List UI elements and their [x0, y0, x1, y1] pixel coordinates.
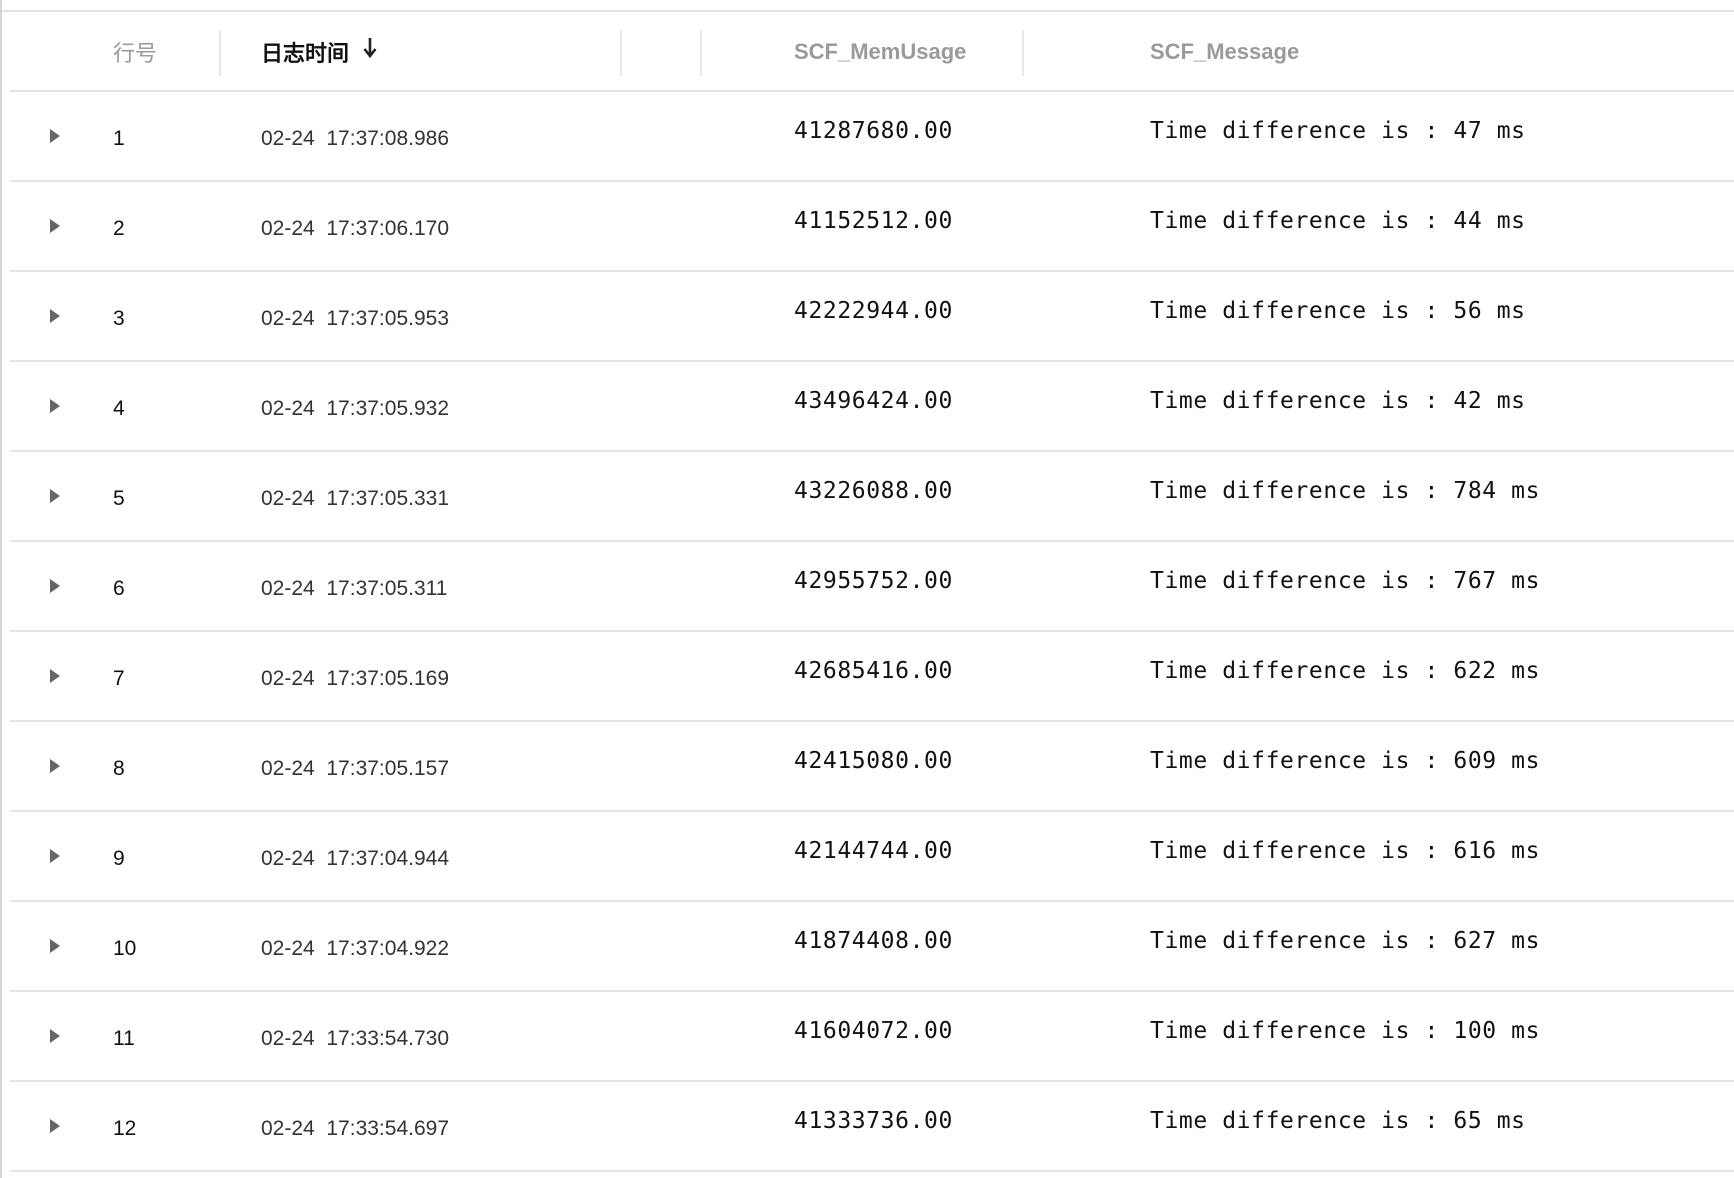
mem-usage-cell: 41152512.00 [794, 208, 953, 234]
message-cell: Time difference is : 42 ms [1150, 388, 1526, 414]
caret-right-icon[interactable] [40, 542, 70, 630]
log-time-cell: 02-24 17:37:06.170 [261, 217, 449, 240]
table-row[interactable]: 3 02-24 17:37:05.953 42222944.00 Time diffe… [10, 272, 1734, 362]
message-cell: Time difference is : 784 ms [1150, 478, 1541, 504]
message-cell: Time difference is : 767 ms [1150, 568, 1541, 594]
log-time-cell: 02-24 17:37:08.986 [261, 127, 449, 150]
mem-usage-cell: 42415080.00 [794, 748, 953, 774]
message-cell: Time difference is : 609 ms [1150, 748, 1541, 774]
arrow-down-icon[interactable] [363, 37, 377, 59]
caret-right-icon[interactable] [40, 992, 70, 1080]
mem-usage-cell: 42144744.00 [794, 838, 953, 864]
table-row[interactable]: 7 02-24 17:37:05.169 42685416.00 Time diffe… [10, 632, 1734, 722]
caret-right-icon[interactable] [40, 92, 70, 180]
mem-usage-cell: 42222944.00 [794, 298, 953, 324]
caret-right-icon[interactable] [40, 632, 70, 720]
table-body: 1 02-24 17:37:08.986 41287680.00 Time diffe… [10, 92, 1734, 1172]
table-row[interactable]: 9 02-24 17:37:04.944 42144744.00 Time diffe… [10, 812, 1734, 902]
row-number-cell: 8 [113, 757, 125, 780]
row-number-cell: 7 [113, 667, 125, 690]
column-divider[interactable] [700, 30, 702, 76]
table-header: 行号 日志时间 SCF_MemUsage SCF_Message [10, 12, 1734, 92]
row-number-cell: 10 [113, 937, 137, 960]
caret-right-icon[interactable] [40, 182, 70, 270]
message-cell: Time difference is : 616 ms [1150, 838, 1541, 864]
caret-right-icon[interactable] [40, 1082, 70, 1170]
row-number-cell: 5 [113, 487, 125, 510]
row-number-cell: 1 [113, 127, 125, 150]
row-number-cell: 4 [113, 397, 125, 420]
log-time-cell: 02-24 17:33:54.697 [261, 1117, 449, 1140]
column-header-row-number-label: 行号 [113, 41, 158, 66]
mem-usage-cell: 43226088.00 [794, 478, 953, 504]
log-time-cell: 02-24 17:37:04.922 [261, 937, 449, 960]
mem-usage-cell: 41874408.00 [794, 928, 953, 954]
column-divider[interactable] [1022, 30, 1024, 76]
table-row[interactable]: 6 02-24 17:37:05.311 42955752.00 Time diffe… [10, 542, 1734, 632]
row-number-cell: 2 [113, 217, 125, 240]
log-table-frame: 行号 日志时间 SCF_MemUsage SCF_Message 1 02-24 … [0, 0, 1734, 1178]
column-header-message[interactable]: SCF_Message [1150, 12, 1299, 92]
log-time-cell: 02-24 17:37:05.953 [261, 307, 449, 330]
column-header-log-time-label: 日志时间 [261, 41, 350, 66]
caret-right-icon[interactable] [40, 272, 70, 360]
log-time-cell: 02-24 17:37:05.157 [261, 757, 449, 780]
column-divider[interactable] [219, 30, 221, 76]
column-header-mem-usage-label: SCF_MemUsage [794, 39, 967, 64]
row-number-cell: 11 [113, 1027, 135, 1050]
row-number-cell: 3 [113, 307, 125, 330]
log-time-cell: 02-24 17:37:05.311 [261, 577, 448, 600]
mem-usage-cell: 41604072.00 [794, 1018, 953, 1044]
mem-usage-cell: 43496424.00 [794, 388, 953, 414]
message-cell: Time difference is : 47 ms [1150, 118, 1526, 144]
caret-right-icon[interactable] [40, 902, 70, 990]
mem-usage-cell: 41287680.00 [794, 118, 953, 144]
message-cell: Time difference is : 100 ms [1150, 1018, 1541, 1044]
table-row[interactable]: 1 02-24 17:37:08.986 41287680.00 Time diffe… [10, 92, 1734, 182]
column-header-message-label: SCF_Message [1150, 39, 1300, 64]
table-row[interactable]: 8 02-24 17:37:05.157 42415080.00 Time diffe… [10, 722, 1734, 812]
table-row[interactable]: 2 02-24 17:37:06.170 41152512.00 Time diffe… [10, 182, 1734, 272]
log-time-cell: 02-24 17:37:05.169 [261, 667, 449, 690]
column-divider[interactable] [620, 30, 622, 76]
caret-right-icon[interactable] [40, 722, 70, 810]
caret-right-icon[interactable] [40, 362, 70, 450]
message-cell: Time difference is : 44 ms [1150, 208, 1526, 234]
caret-right-icon[interactable] [40, 452, 70, 540]
log-time-cell: 02-24 17:33:54.730 [261, 1027, 449, 1050]
mem-usage-cell: 42955752.00 [794, 568, 953, 594]
row-number-cell: 9 [113, 847, 125, 870]
message-cell: Time difference is : 56 ms [1150, 298, 1526, 324]
log-time-cell: 02-24 17:37:04.944 [261, 847, 449, 870]
column-header-log-time[interactable]: 日志时间 [261, 12, 377, 92]
table-row[interactable]: 10 02-24 17:37:04.922 41874408.00 Time diff… [10, 902, 1734, 992]
table-row[interactable]: 12 02-24 17:33:54.697 41333736.00 Time diff… [10, 1082, 1734, 1172]
column-header-row-number[interactable]: 行号 [113, 12, 157, 92]
row-number-cell: 12 [113, 1117, 137, 1140]
row-number-cell: 6 [113, 577, 125, 600]
message-cell: Time difference is : 65 ms [1150, 1108, 1526, 1134]
mem-usage-cell: 41333736.00 [794, 1108, 953, 1134]
table-row[interactable]: 11 02-24 17:33:54.730 41604072.00 Time diff… [10, 992, 1734, 1082]
message-cell: Time difference is : 627 ms [1150, 928, 1541, 954]
message-cell: Time difference is : 622 ms [1150, 658, 1541, 684]
caret-right-icon[interactable] [40, 812, 70, 900]
table-row[interactable]: 5 02-24 17:37:05.331 43226088.00 Time diffe… [10, 452, 1734, 542]
log-time-cell: 02-24 17:37:05.932 [261, 397, 449, 420]
log-time-cell: 02-24 17:37:05.331 [261, 487, 449, 510]
column-header-mem-usage[interactable]: SCF_MemUsage [794, 12, 966, 92]
mem-usage-cell: 42685416.00 [794, 658, 953, 684]
table-row[interactable]: 4 02-24 17:37:05.932 43496424.00 Time diffe… [10, 362, 1734, 452]
